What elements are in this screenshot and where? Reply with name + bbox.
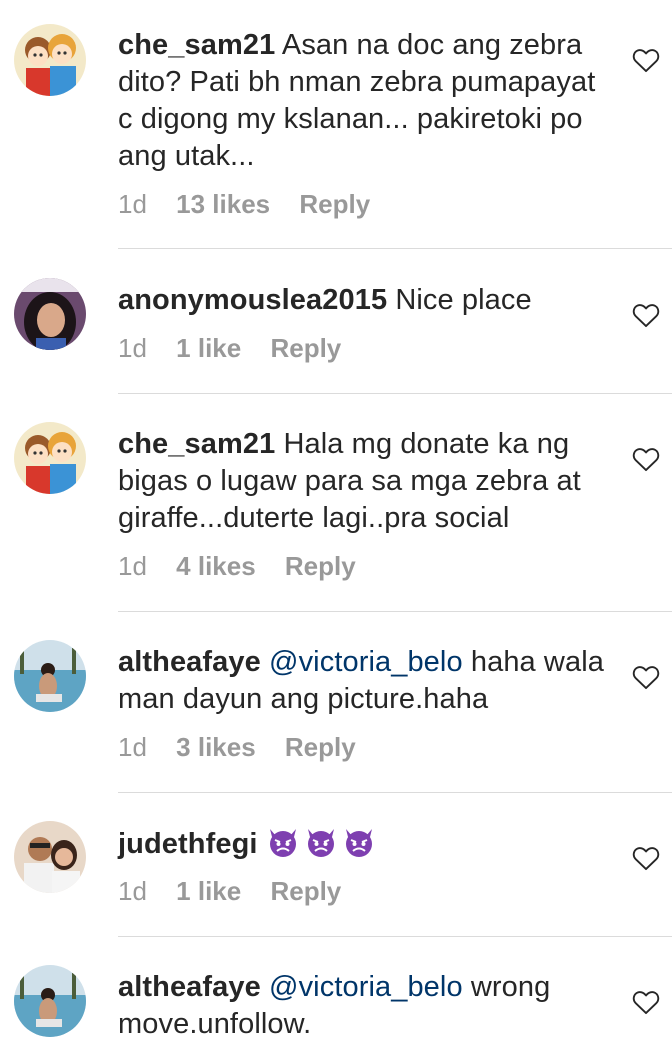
comment-username[interactable]: che_sam21	[118, 29, 275, 61]
comment-body: Nice place	[395, 284, 532, 316]
comment-likes-count[interactable]: 3 likes	[176, 732, 256, 762]
reply-button[interactable]: Reply	[285, 732, 356, 762]
comment-text: che_sam21 Asan na doc ang zebra dito? Pa…	[118, 27, 618, 175]
comment-text: judethfegi	[118, 825, 618, 863]
cartoon-couple-avatar-icon	[14, 422, 86, 494]
comment-username[interactable]: judethfegi	[118, 828, 258, 860]
comment-timestamp: 1d	[118, 732, 147, 762]
couple-photo-avatar-icon	[14, 821, 86, 893]
reply-button[interactable]: Reply	[285, 551, 356, 581]
heart-outline-icon[interactable]	[632, 845, 660, 871]
heart-outline-icon[interactable]	[632, 989, 660, 1015]
divider	[118, 248, 672, 249]
comment-text: altheafaye @victoria_belo wrong move.unf…	[118, 969, 618, 1043]
angry-devil-emoji-icon	[304, 825, 338, 859]
comment-likes-count[interactable]: 1 like	[176, 333, 241, 363]
comment-meta: 1d 4 likes Reply	[118, 551, 356, 581]
divider	[118, 792, 672, 793]
comment-username[interactable]: anonymouslea2015	[118, 284, 387, 316]
cartoon-couple-avatar-icon	[14, 24, 86, 96]
avatar[interactable]	[14, 422, 86, 494]
comment-mention[interactable]: @victoria_belo	[269, 646, 463, 678]
angry-devil-emoji-icon	[266, 825, 300, 859]
comment-meta: 1d 3 likes Reply	[118, 732, 356, 762]
woman-portrait-avatar-icon	[14, 278, 86, 350]
heart-outline-icon[interactable]	[632, 664, 660, 690]
comment-text: altheafaye @victoria_belo haha wala man …	[118, 644, 618, 718]
comment-username[interactable]: che_sam21	[118, 428, 275, 460]
comment-likes-count[interactable]: 13 likes	[176, 189, 270, 219]
comment-meta: 1d 13 likes Reply	[118, 189, 370, 219]
avatar[interactable]	[14, 640, 86, 712]
heart-outline-icon[interactable]	[632, 47, 660, 73]
poolside-photo-avatar-icon	[14, 640, 86, 712]
heart-outline-icon[interactable]	[632, 302, 660, 328]
avatar[interactable]	[14, 821, 86, 893]
reply-button[interactable]: Reply	[270, 333, 341, 363]
divider	[118, 611, 672, 612]
divider	[118, 936, 672, 937]
comment-meta: 1d 1 like Reply	[118, 333, 341, 363]
avatar[interactable]	[14, 965, 86, 1037]
comment-timestamp: 1d	[118, 333, 147, 363]
comment-timestamp: 1d	[118, 876, 147, 906]
avatar[interactable]	[14, 24, 86, 96]
heart-outline-icon[interactable]	[632, 446, 660, 472]
divider	[118, 393, 672, 394]
comment-text: che_sam21 Hala mg donate ka ng bigas o l…	[118, 426, 618, 537]
comment-username[interactable]: altheafaye	[118, 971, 261, 1003]
comment-likes-count[interactable]: 1 like	[176, 876, 241, 906]
angry-devil-emoji-icon	[342, 825, 376, 859]
comment-username[interactable]: altheafaye	[118, 646, 261, 678]
comment-timestamp: 1d	[118, 189, 147, 219]
poolside-photo-avatar-icon	[14, 965, 86, 1037]
reply-button[interactable]: Reply	[270, 876, 341, 906]
comment-timestamp: 1d	[118, 551, 147, 581]
comment-text: anonymouslea2015 Nice place	[118, 282, 618, 319]
reply-button[interactable]: Reply	[299, 189, 370, 219]
avatar[interactable]	[14, 278, 86, 350]
comment-likes-count[interactable]: 4 likes	[176, 551, 256, 581]
comment-mention[interactable]: @victoria_belo	[269, 971, 463, 1003]
comment-meta: 1d 1 like Reply	[118, 876, 341, 906]
